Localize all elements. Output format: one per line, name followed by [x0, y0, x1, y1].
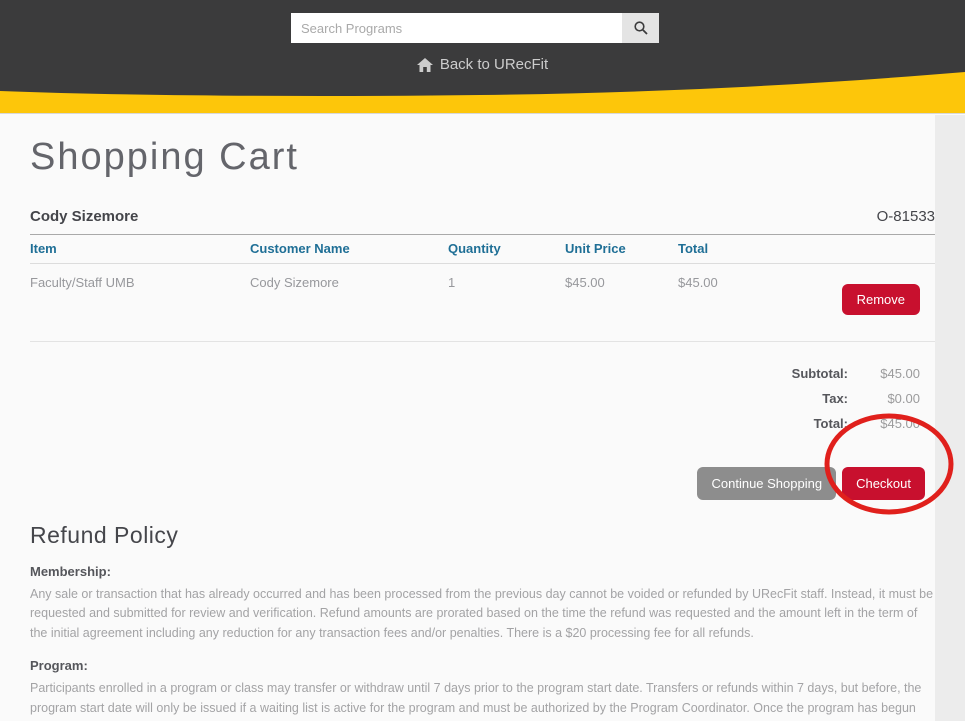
back-link-label: Back to URecFit: [440, 56, 548, 73]
column-header-quantity: Quantity: [448, 235, 565, 263]
cart-summary: Subtotal: $45.00 Tax: $0.00 Total: $45.0…: [30, 361, 935, 436]
main-content: Shopping Cart Cody Sizemore O-81533 Item…: [0, 115, 935, 721]
cart-table: Item Customer Name Quantity Unit Price T…: [30, 234, 935, 342]
cart-customer-name: Cody Sizemore: [30, 208, 138, 225]
cart-table-header-row: Item Customer Name Quantity Unit Price T…: [30, 235, 935, 264]
total-value: $45.00: [848, 416, 920, 431]
column-header-item: Item: [30, 235, 250, 263]
subtotal-label: Subtotal:: [792, 366, 848, 381]
tax-value: $0.00: [848, 391, 920, 406]
cell-total: $45.00: [678, 264, 790, 300]
page-title: Shopping Cart: [30, 136, 935, 179]
summary-subtotal-row: Subtotal: $45.00: [30, 361, 935, 386]
cart-action-buttons: Continue Shopping Checkout: [30, 467, 935, 500]
cell-item: Faculty/Staff UMB: [30, 264, 250, 300]
tax-label: Tax:: [822, 391, 848, 406]
cell-customer-name: Cody Sizemore: [250, 264, 448, 300]
refund-policy-title: Refund Policy: [30, 522, 935, 549]
cell-actions: Remove: [790, 264, 935, 325]
column-header-actions: [790, 235, 935, 248]
column-header-customer-name: Customer Name: [250, 235, 448, 263]
site-header: Back to URecFit: [0, 0, 965, 114]
membership-heading: Membership:: [30, 564, 935, 579]
search-bar: [291, 13, 659, 43]
remove-button[interactable]: Remove: [842, 284, 920, 315]
summary-tax-row: Tax: $0.00: [30, 386, 935, 411]
order-number: O-81533: [877, 208, 935, 225]
back-link-row: Back to URecFit: [0, 56, 965, 77]
cart-table-row: Faculty/Staff UMB Cody Sizemore 1 $45.00…: [30, 264, 935, 342]
membership-policy-text: Any sale or transaction that has already…: [30, 585, 935, 643]
right-gutter: [935, 115, 965, 721]
summary-total-row: Total: $45.00: [30, 411, 935, 436]
program-heading: Program:: [30, 658, 935, 673]
checkout-button[interactable]: Checkout: [842, 467, 925, 500]
search-input[interactable]: [291, 13, 622, 43]
cart-meta-row: Cody Sizemore O-81533: [30, 208, 935, 225]
search-button[interactable]: [622, 13, 659, 43]
refund-policy-section: Refund Policy Membership: Any sale or tr…: [30, 522, 935, 721]
cell-unit-price: $45.00: [565, 264, 678, 300]
subtotal-value: $45.00: [848, 366, 920, 381]
column-header-unit-price: Unit Price: [565, 235, 678, 263]
continue-shopping-button[interactable]: Continue Shopping: [697, 467, 836, 500]
home-icon: [417, 58, 433, 72]
back-to-urecfit-link[interactable]: Back to URecFit: [417, 56, 548, 73]
column-header-total: Total: [678, 235, 790, 263]
cell-quantity: 1: [448, 264, 565, 300]
total-label: Total:: [814, 416, 848, 431]
magnifier-icon: [633, 20, 649, 36]
program-policy-text: Participants enrolled in a program or cl…: [30, 679, 935, 721]
